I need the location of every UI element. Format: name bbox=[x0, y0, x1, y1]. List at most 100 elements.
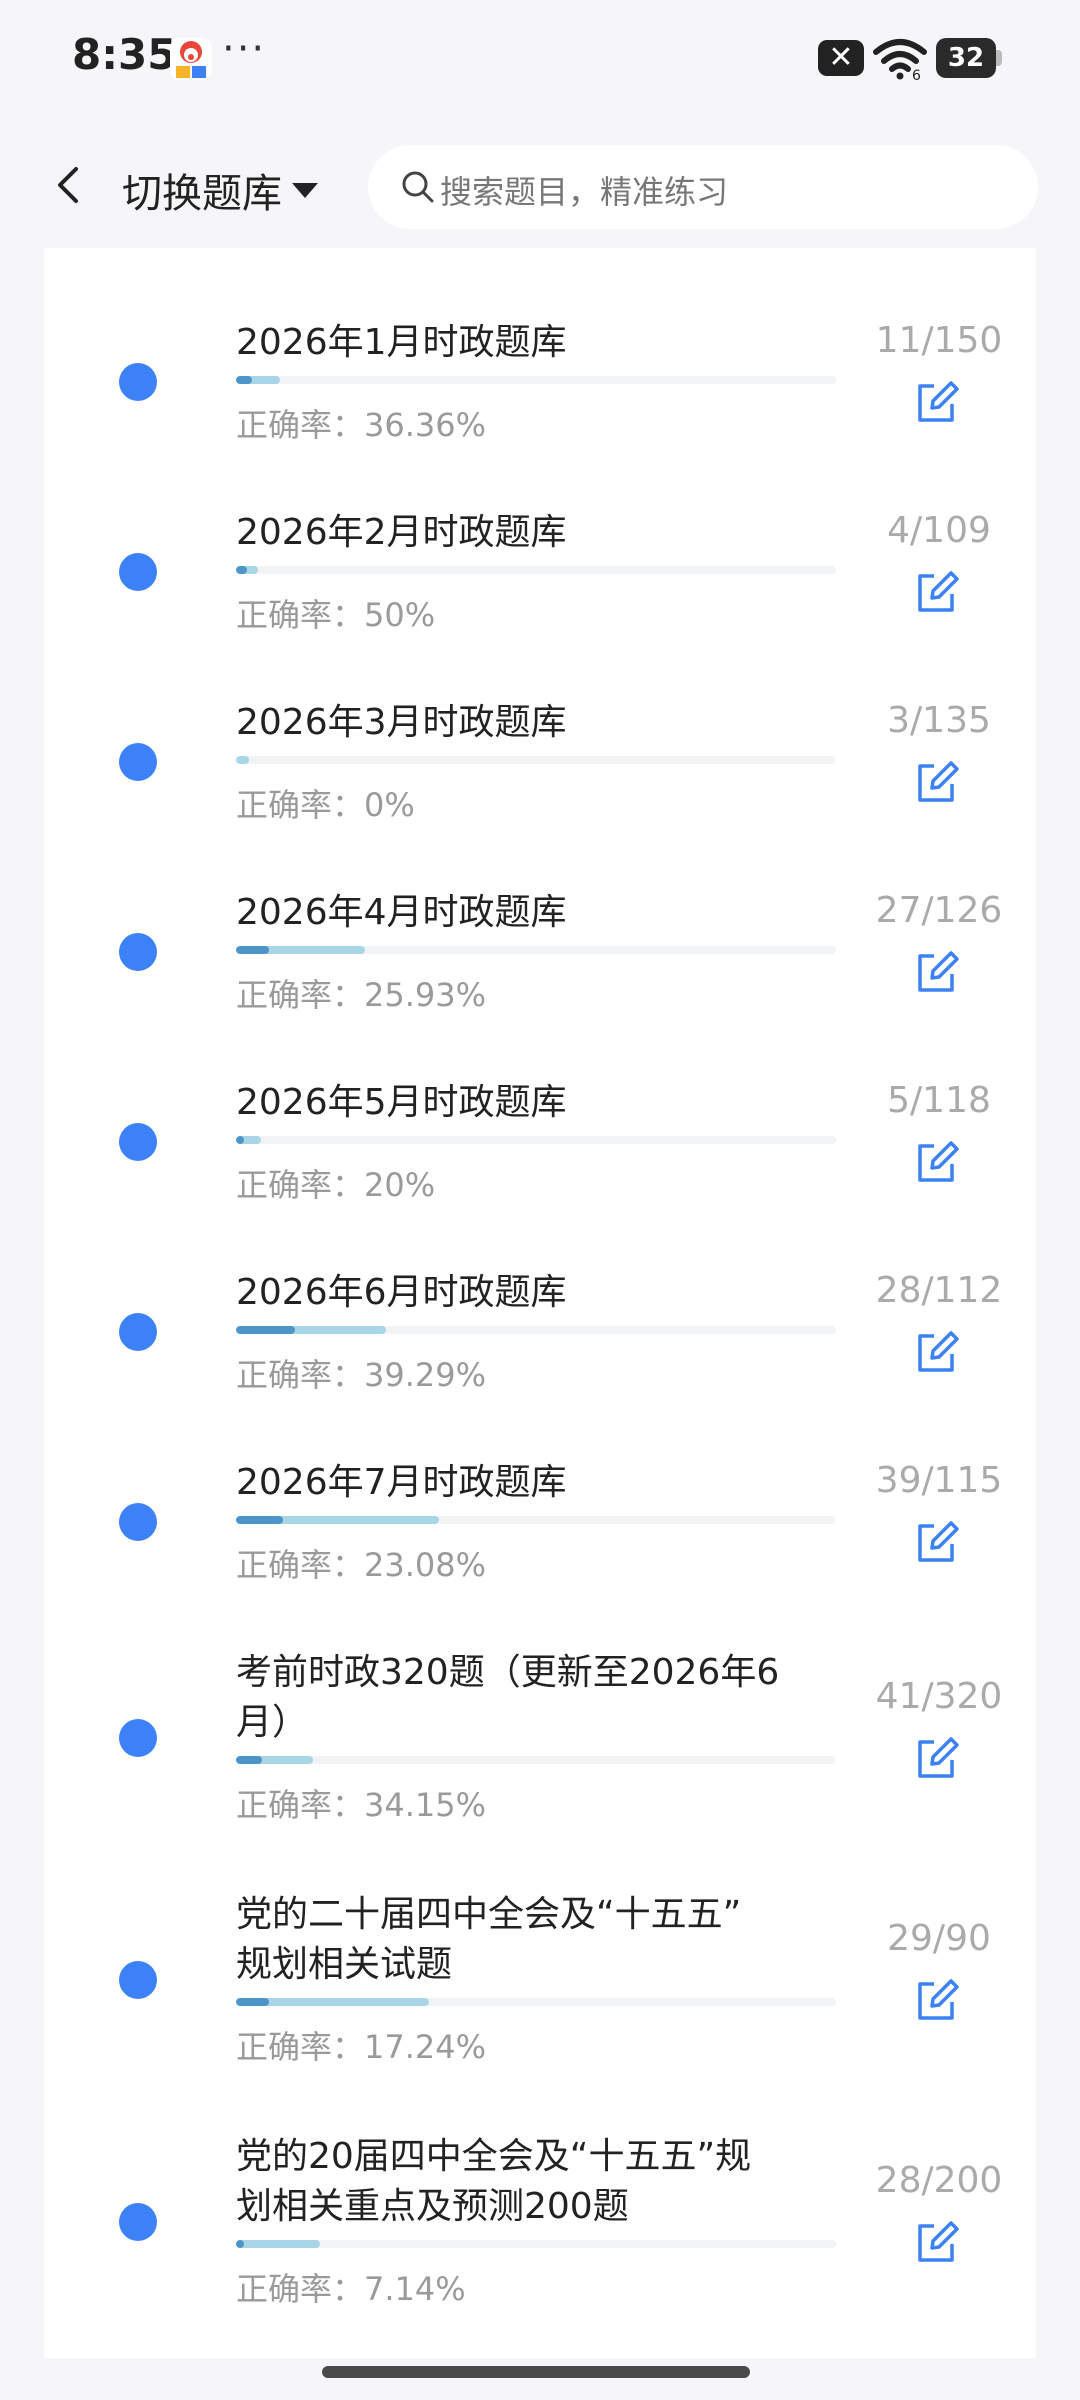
progress-count: 41/320 bbox=[875, 1676, 1003, 1717]
home-indicator[interactable] bbox=[322, 2366, 750, 2378]
accuracy-label: 正确率： bbox=[236, 1786, 365, 1824]
question-bank-list: 2026年1月时政题库 正确率：36.36% 11/150 2026年2月时政题库 正确… bbox=[44, 248, 1036, 2358]
question-bank-item[interactable]: 党的20届四中全会及“十五五”规 划相关重点及预测200题正确率：7.14% 28/… bbox=[44, 2084, 1036, 2326]
progress-count: 28/200 bbox=[875, 2160, 1003, 2201]
accuracy-rate: 正确率：36.36% bbox=[236, 400, 486, 446]
progress-correct-fill bbox=[236, 1998, 270, 2006]
accuracy-rate: 正确率：17.24% bbox=[236, 2022, 486, 2068]
bank-title-line: 2026年7月时政题库 bbox=[236, 1462, 567, 1503]
progress-done-fill bbox=[236, 2240, 320, 2248]
progress-correct-fill bbox=[236, 1516, 283, 1524]
bank-title-line: 党的二十届四中全会及“十五五” bbox=[236, 1894, 742, 1935]
progress-bar bbox=[236, 1998, 836, 2006]
progress-bar bbox=[236, 946, 836, 954]
accuracy-value: 23.08% bbox=[364, 1546, 487, 1584]
close-notification-icon: ✕ bbox=[818, 40, 864, 76]
status-dot bbox=[119, 1123, 157, 1161]
progress-bar bbox=[236, 1756, 836, 1764]
status-time: 8:35 bbox=[72, 30, 177, 79]
accuracy-label: 正确率： bbox=[236, 1356, 365, 1394]
edit-practice-icon[interactable] bbox=[912, 1734, 960, 1782]
progress-bar bbox=[236, 1136, 836, 1144]
search-icon bbox=[402, 171, 434, 203]
accuracy-rate: 正确率：23.08% bbox=[236, 1540, 486, 1586]
accuracy-label: 正确率： bbox=[236, 2028, 365, 2066]
accuracy-label: 正确率： bbox=[236, 1546, 365, 1584]
edit-practice-icon[interactable] bbox=[912, 948, 960, 996]
accuracy-value: 17.24% bbox=[364, 2028, 487, 2066]
accuracy-value: 50% bbox=[364, 596, 436, 634]
battery-tip bbox=[996, 50, 1002, 66]
caret-down-icon bbox=[292, 182, 318, 198]
edit-practice-icon[interactable] bbox=[912, 758, 960, 806]
status-dot bbox=[119, 553, 157, 591]
svg-text:6: 6 bbox=[912, 68, 921, 80]
progress-bar bbox=[236, 1516, 836, 1524]
bank-title-line: 2026年2月时政题库 bbox=[236, 512, 567, 553]
accuracy-value: 0% bbox=[364, 786, 415, 824]
progress-bar bbox=[236, 566, 836, 574]
accuracy-value: 25.93% bbox=[364, 976, 487, 1014]
accuracy-value: 36.36% bbox=[364, 406, 487, 444]
bank-title: 党的20届四中全会及“十五五”规 划相关重点及预测200题 bbox=[236, 2132, 856, 2232]
progress-count: 39/115 bbox=[875, 1460, 1003, 1501]
bank-title-line: 2026年6月时政题库 bbox=[236, 1272, 567, 1313]
edit-practice-icon[interactable] bbox=[912, 1518, 960, 1566]
bank-title: 2026年2月时政题库 bbox=[236, 508, 856, 558]
progress-correct-fill bbox=[236, 376, 252, 384]
question-bank-item[interactable]: 党的二十届四中全会及“十五五” 规划相关试题 正确率：17.24% 29/90 bbox=[44, 1842, 1036, 2084]
edit-practice-icon[interactable] bbox=[912, 2218, 960, 2266]
accuracy-label: 正确率： bbox=[236, 2270, 365, 2308]
switch-bank-dropdown[interactable]: 切换题库 bbox=[122, 161, 318, 219]
bank-title-line: 2026年3月时政题库 bbox=[236, 702, 567, 743]
accuracy-value: 7.14% bbox=[364, 2270, 466, 2308]
bank-title: 2026年6月时政题库 bbox=[236, 1268, 856, 1318]
edit-practice-icon[interactable] bbox=[912, 378, 960, 426]
question-bank-item[interactable]: 2026年3月时政题库 正确率：0% 3/135 bbox=[44, 650, 1036, 840]
search-placeholder: 搜索题目，精准练习 bbox=[440, 173, 729, 211]
battery-icon: 32 bbox=[936, 38, 996, 78]
status-dot bbox=[119, 1313, 157, 1351]
status-dot bbox=[119, 933, 157, 971]
progress-correct-fill bbox=[236, 946, 270, 954]
edit-practice-icon[interactable] bbox=[912, 1138, 960, 1186]
progress-count: 3/135 bbox=[887, 700, 991, 741]
accuracy-label: 正确率： bbox=[236, 596, 365, 634]
progress-done-fill bbox=[236, 756, 250, 764]
accuracy-rate: 正确率：39.29% bbox=[236, 1350, 486, 1396]
accuracy-label: 正确率： bbox=[236, 786, 365, 824]
progress-correct-fill bbox=[236, 1756, 263, 1764]
question-bank-item[interactable]: 2026年1月时政题库 正确率：36.36% 11/150 bbox=[44, 270, 1036, 460]
progress-count: 28/112 bbox=[875, 1270, 1003, 1311]
bank-title: 考前时政320题（更新至2026年6 月） bbox=[236, 1648, 856, 1748]
edit-practice-icon[interactable] bbox=[912, 1976, 960, 2024]
back-button[interactable] bbox=[40, 155, 100, 215]
accuracy-label: 正确率： bbox=[236, 1166, 365, 1204]
status-dot bbox=[119, 743, 157, 781]
app-notification-icon bbox=[170, 38, 212, 80]
edit-practice-icon[interactable] bbox=[912, 568, 960, 616]
question-bank-item[interactable]: 2026年2月时政题库 正确率：50% 4/109 bbox=[44, 460, 1036, 650]
status-dot bbox=[119, 2203, 157, 2241]
question-bank-item[interactable]: 考前时政320题（更新至2026年6 月） 正确率：34.15% 41/320 bbox=[44, 1600, 1036, 1842]
accuracy-rate: 正确率：20% bbox=[236, 1160, 435, 1206]
bank-title-line: 规划相关试题 bbox=[236, 1944, 453, 1985]
more-notifications-icon: ··· bbox=[222, 26, 267, 72]
question-bank-item[interactable]: 2026年5月时政题库正确率：20% 5/118 bbox=[44, 1030, 1036, 1220]
bank-title-line: 党的20届四中全会及“十五五”规 bbox=[236, 2136, 752, 2177]
status-dot bbox=[119, 1503, 157, 1541]
question-bank-item[interactable]: 2026年4月时政题库 正确率：25.93% 27/126 bbox=[44, 840, 1036, 1030]
question-bank-item[interactable]: 2026年7月时政题库 正确率：23.08% 39/115 bbox=[44, 1410, 1036, 1600]
accuracy-rate: 正确率：25.93% bbox=[236, 970, 486, 1016]
progress-count: 11/150 bbox=[875, 320, 1003, 361]
progress-correct-fill bbox=[236, 566, 247, 574]
bank-title-line: 考前时政320题（更新至2026年6 bbox=[236, 1652, 780, 1693]
bank-title: 2026年5月时政题库 bbox=[236, 1078, 856, 1128]
question-bank-item[interactable]: 2026年6月时政题库 正确率：39.29% 28/112 bbox=[44, 1220, 1036, 1410]
accuracy-value: 39.29% bbox=[364, 1356, 487, 1394]
switch-bank-label: 切换题库 bbox=[122, 171, 282, 217]
progress-count: 5/118 bbox=[887, 1080, 991, 1121]
search-input[interactable]: 搜索题目，精准练习 bbox=[368, 145, 1038, 229]
edit-practice-icon[interactable] bbox=[912, 1328, 960, 1376]
status-dot bbox=[119, 1961, 157, 1999]
